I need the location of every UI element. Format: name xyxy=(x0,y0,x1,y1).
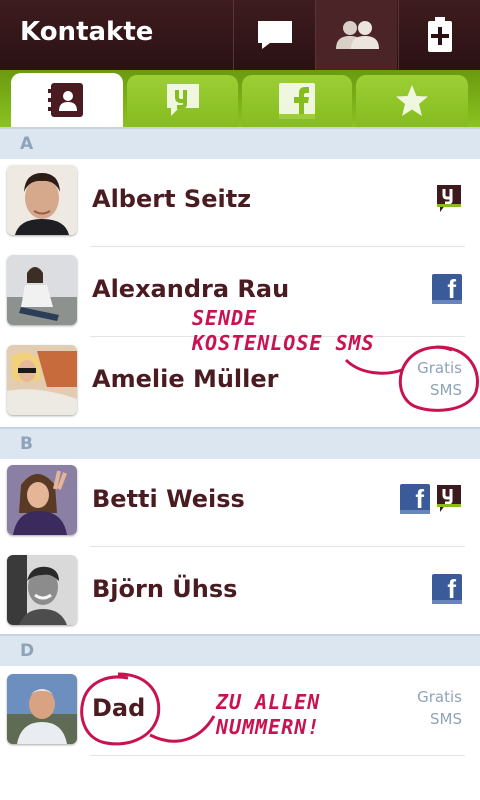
gratis-sms-label: Gratis SMS xyxy=(417,359,462,399)
contact-name: Amelie Müller xyxy=(92,365,279,393)
contact-name: Alexandra Rau xyxy=(92,275,290,303)
promo-annotation-dad-line1: ZU ALLEN xyxy=(216,690,321,714)
avatar xyxy=(7,255,77,325)
contact-row[interactable]: Björn Ühss f xyxy=(0,547,480,637)
avatar xyxy=(7,465,77,535)
page-title: Kontakte xyxy=(20,17,154,47)
battery-add-button[interactable] xyxy=(398,0,480,70)
facebook-icon xyxy=(279,83,315,119)
tab-facebook[interactable] xyxy=(242,75,352,127)
gratis-sms-label: Gratis SMS xyxy=(417,688,462,728)
contacts-button[interactable] xyxy=(315,0,397,70)
section-header-b: B xyxy=(0,427,480,459)
star-icon xyxy=(396,85,428,116)
tab-yak[interactable] xyxy=(127,75,238,127)
tab-address-book[interactable] xyxy=(11,73,123,127)
contact-name: Albert Seitz xyxy=(92,185,252,213)
facebook-icon: f xyxy=(432,274,462,304)
tab-bar xyxy=(0,70,480,127)
facebook-icon: f xyxy=(432,574,462,604)
contact-name: Dad xyxy=(92,694,146,722)
contacts-icon xyxy=(335,21,379,49)
chat-icon xyxy=(257,21,292,49)
contact-name: Björn Ühss xyxy=(92,575,238,603)
avatar xyxy=(7,345,77,415)
avatar xyxy=(7,165,77,235)
contact-row[interactable]: Betti Weiss f xyxy=(0,457,480,547)
yak-icon xyxy=(436,484,462,514)
avatar xyxy=(7,674,77,744)
promo-annotation-dad-line2: NUMMERN! xyxy=(216,715,321,739)
facebook-icon: f xyxy=(400,484,430,514)
chat-button[interactable] xyxy=(233,0,315,70)
yak-icon xyxy=(436,184,462,214)
contact-badges xyxy=(436,184,462,214)
contact-name: Betti Weiss xyxy=(92,485,245,513)
promo-annotation-sms-line1: SENDE xyxy=(192,306,258,330)
contact-badges: f xyxy=(432,574,462,604)
battery-add-icon xyxy=(428,17,452,52)
tab-favorites[interactable] xyxy=(356,75,468,127)
section-header-a: A xyxy=(0,127,480,159)
yak-icon xyxy=(166,84,199,116)
section-letter: B xyxy=(20,434,33,454)
row-divider xyxy=(90,755,465,756)
contact-badges: f xyxy=(432,274,462,304)
contact-badges: f xyxy=(400,484,462,514)
avatar xyxy=(7,555,77,625)
address-book-icon xyxy=(48,83,83,117)
section-header-d: D xyxy=(0,634,480,666)
contact-row[interactable]: Albert Seitz xyxy=(0,157,480,247)
section-letter: D xyxy=(20,641,35,661)
section-letter: A xyxy=(20,134,34,154)
promo-annotation-sms-line2: KOSTENLOSE SMS xyxy=(192,331,375,355)
app-header: Kontakte xyxy=(0,0,480,70)
